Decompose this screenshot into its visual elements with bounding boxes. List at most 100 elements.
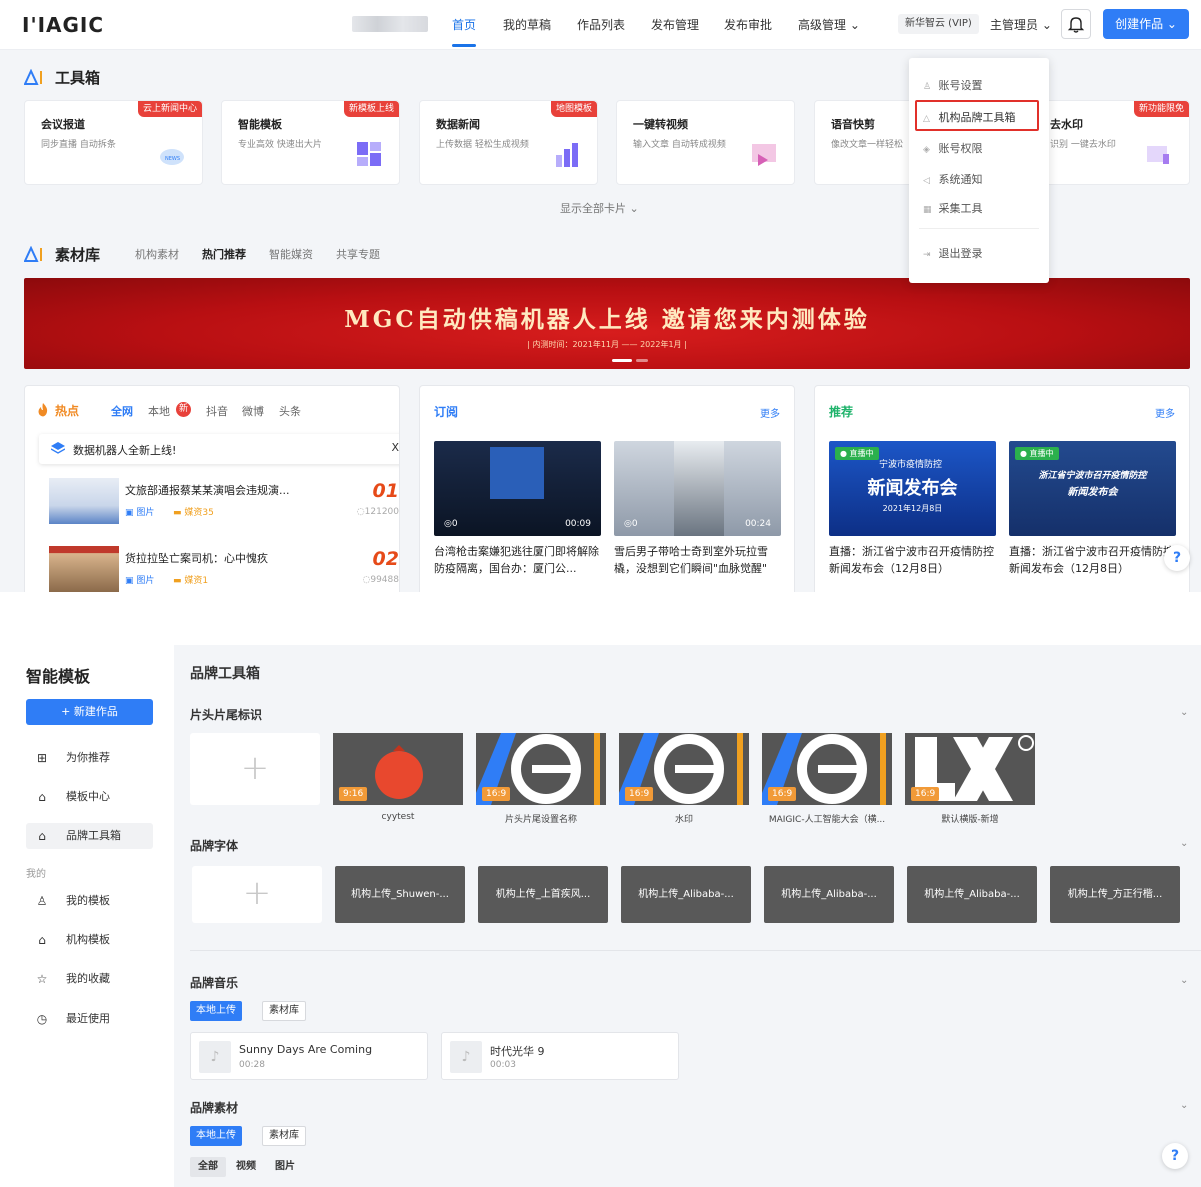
template-caption: 水印	[674, 815, 693, 825]
font-tile[interactable]: 机构上传_Alibaba-...	[764, 866, 894, 923]
font-tile[interactable]: 机构上传_Shuwen-...	[335, 866, 465, 923]
section-title-fonts: 品牌字体	[190, 839, 239, 853]
hot-tab-all[interactable]: 全网	[111, 403, 133, 419]
sidebar-item-brand-toolbox[interactable]: ⌂ 品牌工具箱	[26, 823, 153, 849]
tool-card-template[interactable]: 智能模板 专业高效 快速出大片 新模板上线	[221, 100, 400, 185]
template-tile[interactable]: 16:9	[762, 733, 892, 805]
video-thumbnail[interactable]: ◎0 00:09	[434, 441, 601, 536]
close-icon[interactable]: X	[391, 441, 399, 454]
sidebar-item-recommend[interactable]: ⊞ 为你推荐	[26, 745, 153, 771]
logout-icon: ⇥	[923, 250, 931, 260]
hot-tab-weibo[interactable]: 微博	[242, 403, 264, 419]
tool-card-desc: 专业高效 快速出大片	[238, 140, 322, 150]
menu-item-logout[interactable]: ⇥ 退出登录	[923, 245, 983, 261]
tab-org-materials[interactable]: 机构素材	[135, 246, 179, 262]
template-tile[interactable]: 16:9	[619, 733, 749, 805]
image-type-label: ▣ 图片	[125, 508, 155, 518]
show-all-cards-toggle[interactable]: 显示全部卡片 ⌄	[560, 200, 639, 216]
help-button[interactable]: ?	[1164, 545, 1190, 571]
new-badge: 新	[176, 402, 191, 417]
menu-item-account-settings[interactable]: ♙ 账号设置	[923, 77, 983, 93]
tab-smart-media[interactable]: 智能媒资	[269, 246, 313, 262]
list-item[interactable]: 文旅部通报蔡某某演唱会违规演... ▣ 图片 ▬ 媒资35 01 ◌121200	[49, 478, 399, 530]
font-tile[interactable]: 机构上传_上首疾风...	[478, 866, 608, 923]
org-chip[interactable]: 新华智云 (VIP)	[898, 14, 979, 34]
sidebar-item-my-templates[interactable]: ♙ 我的模板	[26, 888, 153, 914]
tool-card-meeting[interactable]: 会议报道 同步直播 自动拆条 云上新闻中心 NEWS	[24, 100, 203, 185]
local-upload-tab[interactable]: 本地上传	[190, 1126, 242, 1146]
add-intro-button[interactable]: +	[190, 733, 320, 805]
filter-video[interactable]: 视频	[228, 1157, 264, 1177]
notification-button[interactable]	[1061, 9, 1091, 39]
add-font-button[interactable]: +	[192, 866, 322, 923]
font-tile[interactable]: 机构上传_Alibaba-...	[621, 866, 751, 923]
tool-card-article-video[interactable]: 一键转视频 输入文章 自动转成视频	[616, 100, 795, 185]
font-tile[interactable]: 机构上传_方正行楷...	[1050, 866, 1180, 923]
magic-logo[interactable]: I'IAGIC	[22, 13, 104, 37]
hot-title: 热点	[55, 404, 80, 418]
nav-works[interactable]: 作品列表	[577, 16, 625, 33]
local-upload-tab[interactable]: 本地上传	[190, 1001, 242, 1021]
chevron-down-icon[interactable]: ⌄	[1180, 838, 1188, 849]
news-thumbnail	[49, 478, 119, 524]
tool-card-data-news[interactable]: 数据新闻 上传数据 轻松生成视频 地图模板	[419, 100, 598, 185]
material-library-tab[interactable]: 素材库	[262, 1001, 306, 1021]
filter-all[interactable]: 全部	[190, 1157, 226, 1177]
video-frame	[490, 447, 544, 499]
live-caption[interactable]: 直播：浙江省宁波市召开疫情防控新闻发布会（12月8日）	[1009, 543, 1179, 577]
video-caption[interactable]: 台湾枪击案嫌犯逃往厦门即将解除防疫隔离，国台办：厦门公...	[434, 543, 604, 577]
create-work-button[interactable]: 创建作品 ⌄	[1103, 9, 1189, 39]
sidebar-item-favorites[interactable]: ☆ 我的收藏	[26, 966, 153, 992]
sidebar-item-org-templates[interactable]: ⌂ 机构模板	[26, 927, 153, 953]
tool-card-tag: 新功能限免	[1133, 101, 1189, 117]
nav-advanced[interactable]: 高级管理 ⌄	[798, 16, 860, 33]
materials-title: 素材库	[55, 246, 101, 264]
subscribe-more-link[interactable]: 更多	[760, 405, 780, 420]
template-tile[interactable]: 16:9	[905, 733, 1035, 805]
new-work-button[interactable]: + 新建作品	[26, 699, 153, 725]
chevron-down-icon[interactable]: ⌄	[1180, 975, 1188, 986]
user-menu[interactable]: 主管理员 ⌄	[990, 16, 1052, 33]
menu-item-notifications[interactable]: ◁ 系统通知	[923, 171, 983, 187]
tab-shared-topics[interactable]: 共享专题	[336, 246, 380, 262]
chevron-down-icon[interactable]: ⌄	[1180, 1100, 1188, 1111]
music-item[interactable]: ♪ 时代光华 9 00:03	[441, 1032, 679, 1080]
hot-tab-local[interactable]: 本地	[148, 403, 170, 419]
nav-drafts[interactable]: 我的草稿	[503, 16, 551, 33]
menu-item-collect-tool[interactable]: ▦ 采集工具	[923, 200, 983, 216]
live-thumbnail[interactable]: ● 直播中 宁波市疫情防控 新闻发布会 2021年12月8日	[829, 441, 996, 536]
sidebar-item-recent[interactable]: ◷ 最近使用	[26, 1006, 153, 1032]
tool-card-desc: 像改文章一样轻松	[831, 140, 904, 150]
promo-banner[interactable]: MGC自动供稿机器人上线 邀请您来内测体验 | 内测时间：2021年11月 ——…	[24, 278, 1190, 369]
nav-publish[interactable]: 发布管理	[651, 16, 699, 33]
material-library-tab[interactable]: 素材库	[262, 1126, 306, 1146]
banner-subtitle: | 内测时间：2021年11月 —— 2022年1月 |	[527, 340, 687, 349]
carousel-dot[interactable]	[636, 359, 648, 362]
template-tile[interactable]: 9:16	[333, 733, 463, 805]
menu-item-permissions[interactable]: ◈ 账号权限	[923, 140, 983, 156]
list-item[interactable]: 货拉拉坠亡案司机：心中愧疚 ▣ 图片 ▬ 媒资1 02 ◌99488	[49, 546, 399, 592]
carousel-dot-active[interactable]	[612, 359, 632, 362]
nav-approval[interactable]: 发布审批	[724, 16, 772, 33]
template-tile[interactable]: 16:9	[476, 733, 606, 805]
hot-tab-toutiao[interactable]: 头条	[279, 403, 301, 419]
tab-hot-recommend[interactable]: 热门推荐	[202, 246, 246, 262]
filter-image[interactable]: 图片	[267, 1157, 303, 1177]
music-title: Sunny Days Are Coming	[239, 1043, 373, 1056]
music-item[interactable]: ♪ Sunny Days Are Coming 00:28	[190, 1032, 428, 1080]
toolbox-title: 工具箱	[55, 69, 101, 87]
live-caption[interactable]: 直播：浙江省宁波市召开疫情防控新闻发布会（12月8日）	[829, 543, 999, 577]
font-tile[interactable]: 机构上传_Alibaba-...	[907, 866, 1037, 923]
divider	[919, 228, 1039, 229]
chevron-down-icon[interactable]: ⌄	[1180, 707, 1188, 718]
tool-card-tag: 地图模板	[550, 101, 597, 117]
music-duration: 00:28	[239, 1060, 265, 1070]
hot-tab-douyin[interactable]: 抖音	[206, 403, 228, 419]
recommend-more-link[interactable]: 更多	[1155, 405, 1175, 420]
sidebar-item-template-center[interactable]: ⌂ 模板中心	[26, 784, 153, 810]
help-button[interactable]: ?	[1162, 1143, 1188, 1169]
nav-home[interactable]: 首页	[452, 16, 476, 33]
video-caption[interactable]: 雪后男子带哈士奇到室外玩拉雪橇，没想到它们瞬间"血脉觉醒"	[614, 543, 784, 577]
live-thumbnail[interactable]: ● 直播中 浙江省宁波市召开疫情防控 新闻发布会	[1009, 441, 1176, 536]
video-thumbnail[interactable]: ◎0 00:24	[614, 441, 781, 536]
